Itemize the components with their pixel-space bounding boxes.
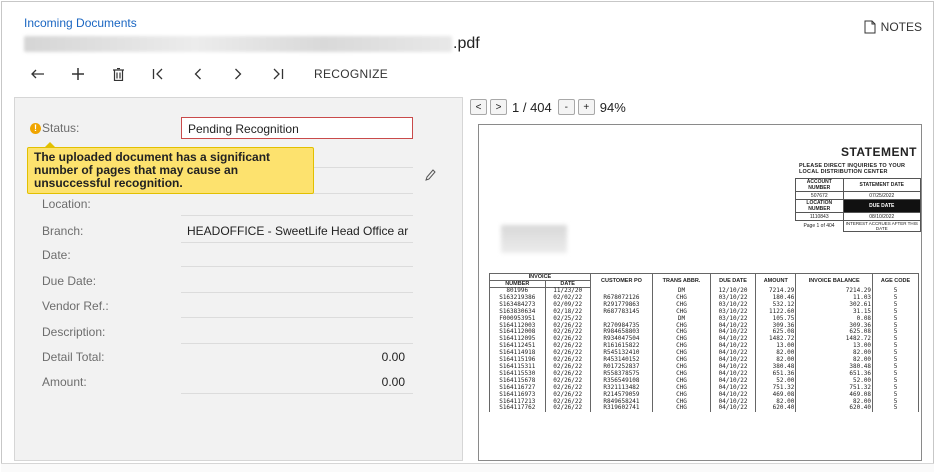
detail-total-row: Detail Total: 0.00	[15, 344, 464, 370]
interest-note: INTEREST ACCRUES AFTER THIS DATE	[842, 220, 921, 232]
table-cell: 5	[872, 405, 919, 413]
zoom-in-button[interactable]: +	[577, 99, 595, 115]
next-icon[interactable]	[224, 62, 252, 86]
previous-icon[interactable]	[184, 62, 212, 86]
warning-tooltip: The uploaded document has a significant …	[27, 142, 314, 194]
due-date-field[interactable]	[181, 268, 413, 293]
invoice-balance-header: INVOICE BALANCE	[795, 273, 874, 288]
pdf-prev-button[interactable]: <	[470, 99, 487, 115]
due-date-label: Due Date:	[42, 274, 97, 288]
due-date-pdf: 08/10/2022	[842, 212, 921, 221]
statement-subtitle: PLEASE DIRECT INQUIRIES TO YOUR LOCAL DI…	[799, 163, 905, 175]
vendor-ref-label: Vendor Ref.:	[42, 299, 109, 313]
location-number-label: LOCATION NUMBER	[795, 199, 844, 213]
table-cell: 04/10/22	[709, 405, 757, 413]
pdf-next-button[interactable]: >	[490, 99, 507, 115]
invoice-group-header: INVOICE	[489, 273, 591, 281]
table-cell: 620.40	[795, 405, 874, 413]
invoice-table: INVOICE CUSTOMER PO TRANS ABBR. DUE DATE…	[489, 273, 919, 413]
document-title: .pdf	[24, 33, 480, 55]
blurred-address	[501, 225, 567, 253]
blurred-file-name	[24, 36, 452, 52]
first-page-icon[interactable]	[144, 62, 172, 86]
account-info-box: ACCOUNT NUMBER STATEMENT DATE 507672 07/…	[795, 178, 921, 232]
description-field[interactable]	[181, 319, 413, 344]
back-icon[interactable]	[24, 62, 52, 86]
document-form: ! Status: Pending Recognition Location: …	[14, 97, 463, 461]
pdf-viewer: < > 1 / 404 - + 94% STATEMENT PLEASE DIR…	[470, 96, 922, 461]
amount-label: Amount:	[42, 375, 87, 389]
zoom-level: 94%	[599, 99, 626, 115]
statement-subtitle-line2: LOCAL DISTRIBUTION CENTER	[799, 169, 888, 175]
table-cell: R319602741	[589, 405, 654, 413]
status-label: Status:	[42, 121, 80, 135]
zoom-out-button[interactable]: -	[557, 99, 575, 115]
pdf-navigation: < > 1 / 404 - + 94%	[470, 98, 626, 116]
table-cell: 02/26/22	[544, 405, 591, 413]
warning-icon[interactable]: !	[30, 123, 41, 134]
last-page-icon[interactable]	[264, 62, 292, 86]
age-code-header: AGE CODE	[872, 273, 919, 288]
due-date-header: DUE DATE	[709, 273, 757, 288]
due-date-row: Due Date:	[15, 268, 464, 294]
status-row: ! Status: Pending Recognition	[15, 115, 464, 141]
amount-row: Amount: 0.00	[15, 369, 464, 395]
amount-header: AMOUNT	[755, 273, 797, 288]
table-row: S164117762 02/26/22 R319602741 CHG 04/10/22 6…	[489, 405, 919, 413]
table-cell: 620.40	[755, 405, 797, 413]
amount-field[interactable]: 0.00	[181, 369, 413, 394]
description-row: Description:	[15, 319, 464, 345]
add-icon[interactable]	[64, 62, 92, 86]
pencil-icon[interactable]	[424, 168, 436, 182]
statement-date: 07/25/2022	[842, 191, 921, 200]
customer-po-header: CUSTOMER PO	[589, 273, 654, 288]
vendor-ref-row: Vendor Ref.:	[15, 293, 464, 319]
toolbar: RECOGNIZE	[24, 62, 388, 86]
location-field[interactable]	[181, 191, 413, 216]
location-number: 1110843	[795, 212, 844, 221]
detail-total-label: Detail Total:	[42, 350, 105, 364]
delete-icon[interactable]	[104, 62, 132, 86]
invoice-table-body: 801996 11/23/20 DM 12/10/20 7214.29 7214.29 5 S…	[489, 287, 919, 413]
branch-field[interactable]: HEADOFFICE - SweetLife Head Office ar	[181, 218, 413, 243]
description-label: Description:	[42, 325, 106, 339]
page-of-text: Page 1 of 404	[803, 223, 835, 230]
date-field[interactable]	[181, 242, 413, 267]
table-cell: CHG	[652, 405, 711, 413]
branch-row: Branch: HEADOFFICE - SweetLife Head Offi…	[15, 218, 464, 244]
due-date-label-pdf: DUE DATE	[842, 199, 921, 213]
vendor-ref-field[interactable]	[181, 293, 413, 318]
recognize-button[interactable]: RECOGNIZE	[314, 62, 388, 86]
notes-button[interactable]: NOTES	[864, 20, 922, 34]
date-label: Date:	[42, 248, 71, 262]
breadcrumb[interactable]: Incoming Documents	[24, 16, 137, 30]
account-number: 507672	[795, 191, 844, 200]
branch-label: Branch:	[42, 224, 84, 238]
table-cell: R687783145	[589, 308, 654, 316]
statement-date-label: STATEMENT DATE	[842, 178, 921, 192]
pdf-page[interactable]: STATEMENT PLEASE DIRECT INQUIRIES TO YOU…	[478, 124, 922, 461]
account-number-label: ACCOUNT NUMBER	[795, 178, 844, 192]
detail-total-value: 0.00	[381, 350, 405, 364]
location-row: Location:	[15, 191, 464, 217]
trans-abbr-header: TRANS ABBR.	[652, 273, 711, 288]
file-extension: .pdf	[453, 35, 480, 52]
table-cell: S164117762	[489, 405, 546, 413]
status-field: Pending Recognition	[181, 117, 413, 139]
bottom-bar	[1, 463, 934, 472]
statement-title: STATEMENT	[840, 145, 917, 159]
date-row: Date:	[15, 242, 464, 268]
note-icon	[864, 20, 876, 34]
notes-label: NOTES	[880, 20, 922, 34]
pdf-page-indicator: 1 / 404	[512, 99, 552, 115]
location-label: Location:	[42, 197, 91, 211]
